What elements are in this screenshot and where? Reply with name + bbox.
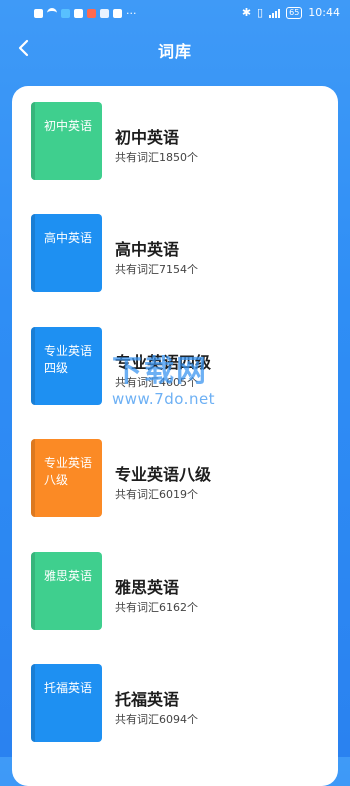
book-name: 高中英语	[115, 240, 180, 259]
book-cover: 专业英语四级	[31, 327, 102, 405]
status-bar: ··· ✱ ▯ 65 10:44	[0, 0, 350, 28]
page-title: 词库	[157, 42, 192, 61]
signal-icon	[269, 8, 281, 18]
wordbook-item-tem4[interactable]: 专业英语四级 专业英语四级 共有词汇4605个	[12, 327, 338, 407]
wifi-icon	[47, 8, 57, 19]
app-notification-icon	[100, 9, 109, 18]
book-word-count: 共有词汇1850个	[115, 151, 198, 164]
book-cover: 初中英语	[31, 102, 102, 180]
book-name: 专业英语四级	[115, 353, 212, 372]
status-notification-icons: ···	[34, 7, 137, 20]
book-cover: 雅思英语	[31, 552, 102, 630]
book-word-count: 共有词汇6162个	[115, 601, 198, 614]
book-cover: 高中英语	[31, 214, 102, 292]
wordbook-list: 初中英语 初中英语 共有词汇1850个 高中英语 高中英语 共有词汇7154个 …	[12, 86, 338, 786]
book-word-count: 共有词汇4605个	[115, 376, 198, 389]
book-name: 初中英语	[115, 128, 180, 147]
book-name: 托福英语	[115, 690, 180, 709]
app-notification-icon	[87, 9, 96, 18]
wordbook-item-ielts[interactable]: 雅思英语 雅思英语 共有词汇6162个	[12, 552, 338, 632]
notification-icon	[34, 9, 43, 18]
book-name: 专业英语八级	[115, 465, 212, 484]
header: 词库	[0, 28, 350, 68]
book-name: 雅思英语	[115, 578, 180, 597]
clock: 10:44	[308, 6, 340, 19]
app-notification-icon	[61, 9, 70, 18]
wordbook-item-junior-high[interactable]: 初中英语 初中英语 共有词汇1850个	[12, 102, 338, 182]
battery-icon: 65	[286, 6, 303, 19]
wordbook-item-senior-high[interactable]: 高中英语 高中英语 共有词汇7154个	[12, 214, 338, 294]
more-notifications-icon: ···	[126, 7, 137, 20]
wordbook-item-tem8[interactable]: 专业英语八级 专业英语八级 共有词汇6019个	[12, 439, 338, 519]
app-notification-icon	[74, 9, 83, 18]
app-notification-icon	[113, 9, 122, 18]
status-system-icons: ✱ ▯ 65 10:44	[242, 6, 340, 19]
bluetooth-icon: ✱	[241, 6, 252, 19]
book-word-count: 共有词汇6094个	[115, 713, 198, 726]
vibrate-icon: ▯	[257, 6, 264, 19]
book-cover: 托福英语	[31, 664, 102, 742]
book-word-count: 共有词汇6019个	[115, 488, 198, 501]
book-word-count: 共有词汇7154个	[115, 263, 198, 276]
book-cover: 专业英语八级	[31, 439, 102, 517]
wordbook-item-toefl[interactable]: 托福英语 托福英语 共有词汇6094个	[12, 664, 338, 744]
